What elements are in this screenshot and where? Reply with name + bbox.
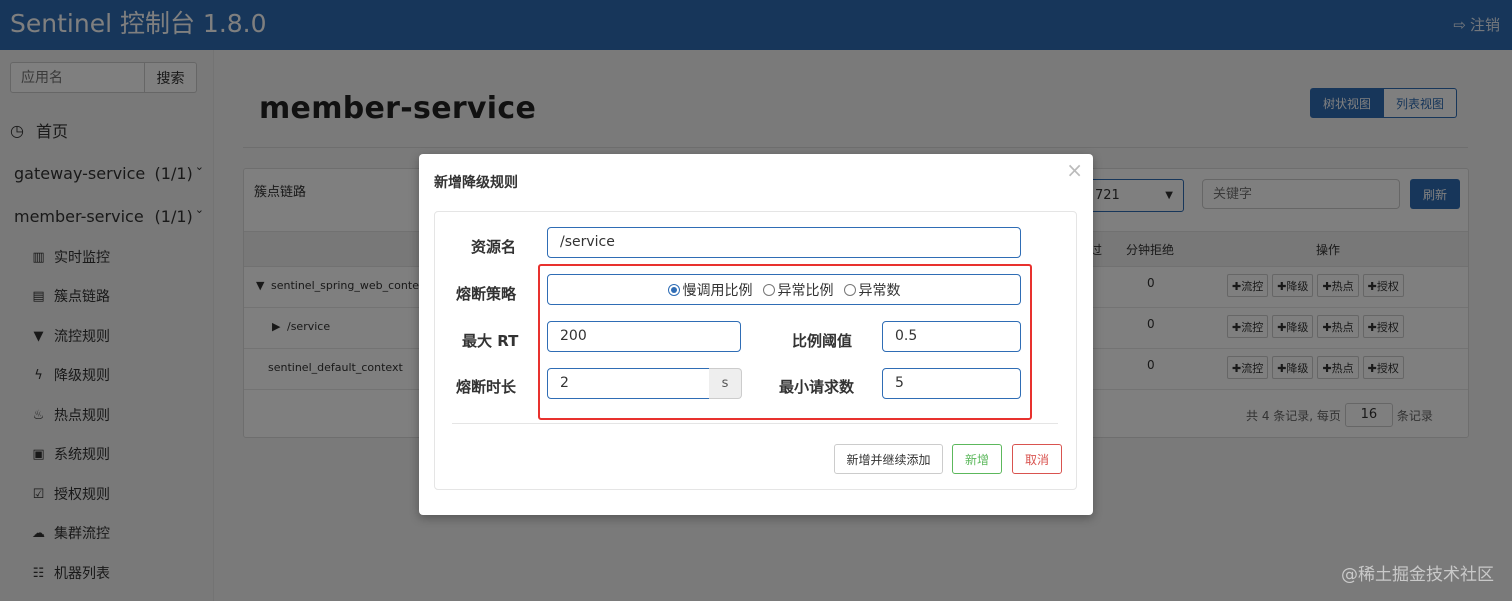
add-button[interactable]: 新增 — [952, 444, 1002, 474]
resource-input[interactable]: /service — [547, 227, 1021, 258]
duration-label: 熔断时长 — [456, 378, 517, 396]
add-and-continue-button[interactable]: 新增并继续添加 — [834, 444, 943, 474]
form-divider — [452, 423, 1058, 424]
add-degrade-rule-dialog: × 新增降级规则 资源名 /service 熔断策略 慢调用比例 异常比例 异常… — [419, 154, 1093, 515]
close-icon[interactable]: × — [1066, 158, 1083, 182]
dialog-title: 新增降级规则 — [434, 175, 518, 191]
resource-label: 资源名 — [471, 238, 517, 256]
rule-form: 资源名 /service 熔断策略 慢调用比例 异常比例 异常数 最大 RT 2… — [434, 211, 1077, 490]
watermark: @稀土掘金技术社区 — [1341, 565, 1494, 585]
highlight-box — [538, 264, 1032, 420]
max-rt-label: 最大 RT — [462, 332, 519, 350]
cancel-button[interactable]: 取消 — [1012, 444, 1062, 474]
strategy-label: 熔断策略 — [456, 285, 517, 303]
